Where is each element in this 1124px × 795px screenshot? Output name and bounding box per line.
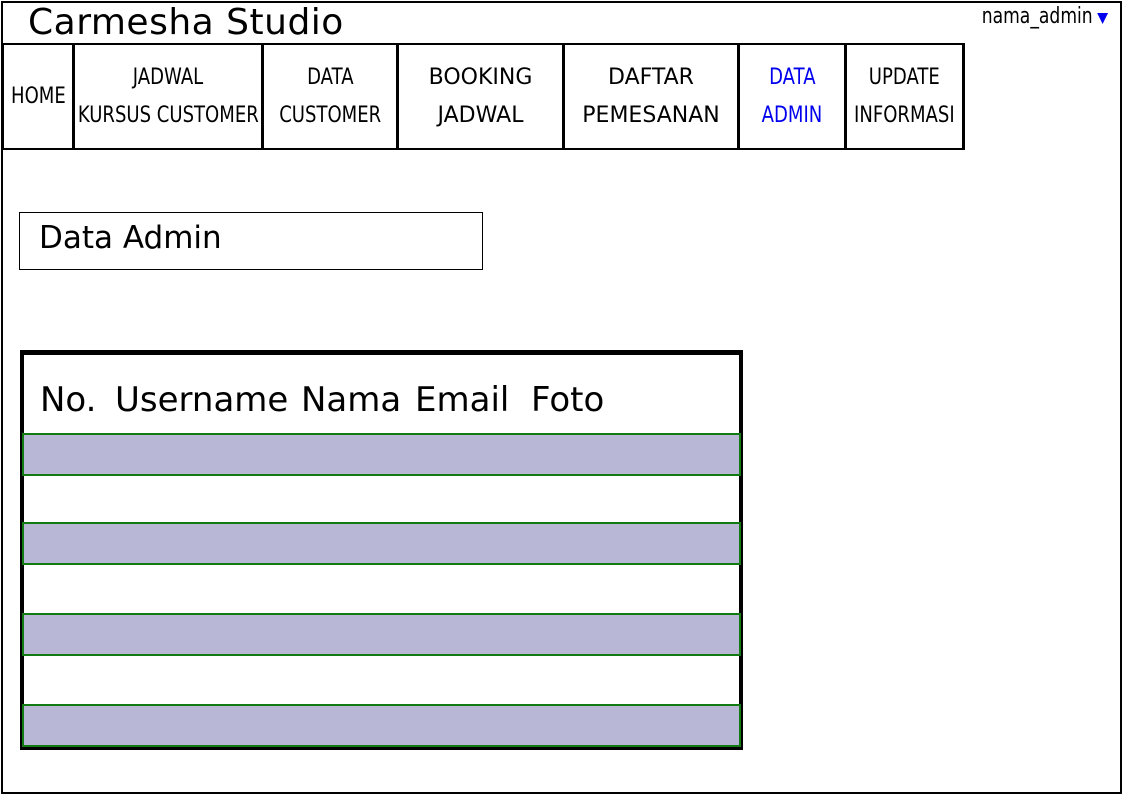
nav-item-data-customer[interactable]: DATA CUSTOMER (264, 45, 399, 148)
page-title: Data Admin (19, 212, 483, 270)
app-title: Carmesha Studio (28, 2, 344, 43)
nav-item-label: ADMIN (761, 102, 823, 128)
username-label: nama_admin (981, 4, 1093, 29)
nav-item-home[interactable]: HOME (2, 45, 75, 148)
nav-item-label: HOME (10, 83, 66, 109)
nav-item-booking-jadwal[interactable]: BOOKING JADWAL (399, 45, 565, 148)
nav-item-label: CUSTOMER (279, 102, 381, 128)
nav-item-label: UPDATE (868, 64, 941, 90)
nav-item-update-informasi[interactable]: UPDATE INFORMASI (847, 45, 965, 148)
nav-item-label: INFORMASI (854, 102, 955, 128)
nav-item-label: JADWAL (437, 102, 524, 128)
caret-down-icon[interactable] (1097, 13, 1108, 24)
nav-item-label: DAFTAR (608, 64, 694, 90)
admin-table: No. Username Nama Email Foto (20, 350, 743, 750)
column-header-email: Email (415, 380, 510, 420)
table-row[interactable] (22, 704, 741, 747)
nav-item-label: BOOKING (428, 64, 533, 90)
nav-item-daftar-pemesanan[interactable]: DAFTAR PEMESANAN (565, 45, 740, 148)
table-row[interactable] (22, 613, 741, 656)
table-row[interactable] (22, 433, 741, 476)
user-menu[interactable]: nama_admin (981, 4, 1108, 29)
column-header-foto: Foto (531, 380, 605, 420)
column-header-nama: Nama (301, 380, 402, 420)
nav-item-label: PEMESANAN (582, 102, 720, 128)
nav-item-label: DATA (768, 64, 816, 90)
table-row[interactable] (22, 522, 741, 565)
nav-item-label: DATA (306, 64, 354, 90)
nav-item-jadwal-kursus-customer[interactable]: JADWAL KURSUS CUSTOMER (75, 45, 264, 148)
nav-item-data-admin[interactable]: DATA ADMIN (740, 45, 847, 148)
column-header-no: No. (40, 380, 97, 420)
column-header-username: Username (115, 380, 289, 420)
nav-item-label: KURSUS CUSTOMER (77, 102, 259, 128)
nav-item-label: JADWAL (132, 64, 204, 90)
main-nav: HOME JADWAL KURSUS CUSTOMER DATA CUSTOME… (2, 43, 965, 150)
table-header: No. Username Nama Email Foto (40, 377, 604, 423)
